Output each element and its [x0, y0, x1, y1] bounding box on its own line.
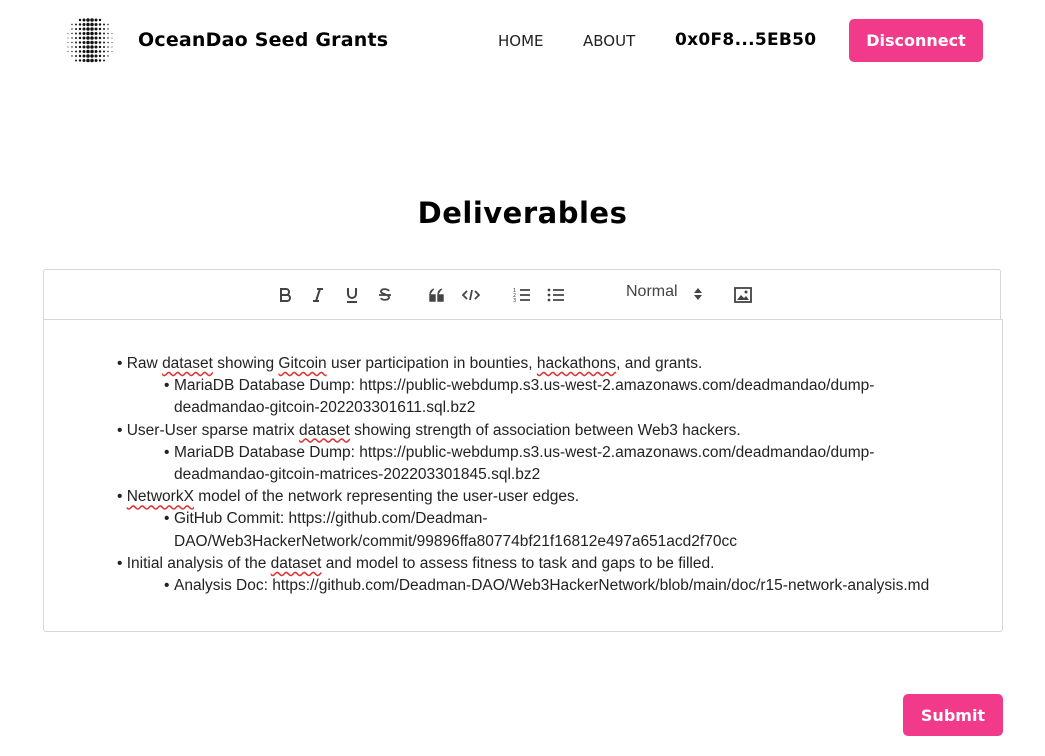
nav-about-link[interactable]: ABOUT: [583, 32, 635, 50]
ordered-list-icon[interactable]: 123: [511, 284, 533, 306]
underline-icon[interactable]: [341, 284, 363, 306]
top-nav: OceanDao Seed Grants HOME ABOUT 0x0F8...…: [0, 0, 1045, 82]
wallet-address: 0x0F8...5EB50: [675, 30, 817, 50]
page-title: Deliverables: [417, 196, 628, 230]
list-item: • MariaDB Database Dump: https://public-w…: [164, 377, 875, 417]
code-block-icon[interactable]: [460, 284, 482, 306]
list-item: • User-User sparse matrix dataset showin…: [117, 421, 741, 439]
editor-content[interactable]: • Raw dataset showing Gitcoin user parti…: [117, 353, 947, 597]
blockquote-icon[interactable]: [426, 284, 448, 306]
header-select-value: Normal: [626, 283, 678, 300]
editor-toolbar: 123 Normal: [43, 269, 1001, 319]
italic-icon[interactable]: [307, 284, 329, 306]
ocean-logo-icon[interactable]: [66, 17, 114, 65]
bullet-list-icon[interactable]: [545, 284, 567, 306]
list-item: • Raw dataset showing Gitcoin user parti…: [117, 355, 703, 372]
deliverables-editor[interactable]: • Raw dataset showing Gitcoin user parti…: [43, 319, 1003, 632]
select-arrows-icon: [694, 287, 702, 306]
image-icon[interactable]: [732, 284, 754, 306]
submit-button[interactable]: Submit: [903, 694, 1003, 736]
bold-icon[interactable]: [274, 284, 296, 306]
strike-icon[interactable]: [374, 284, 396, 306]
list-item: • MariaDB Database Dump: https://public-w…: [164, 443, 875, 484]
svg-text:3: 3: [513, 298, 516, 303]
list-item: • Initial analysis of the dataset and mo…: [117, 554, 715, 572]
brand-title[interactable]: OceanDao Seed Grants: [138, 29, 388, 51]
nav-home-link[interactable]: HOME: [498, 32, 544, 50]
list-item: • GitHub Commit: https://github.com/Deadm…: [164, 510, 737, 550]
list-item: • Analysis Doc: https://github.com/Deadma…: [164, 577, 930, 595]
header-select[interactable]: Normal: [626, 283, 706, 305]
list-item: • NetworkX model of the network represen…: [117, 488, 580, 506]
disconnect-button[interactable]: Disconnect: [849, 19, 983, 62]
